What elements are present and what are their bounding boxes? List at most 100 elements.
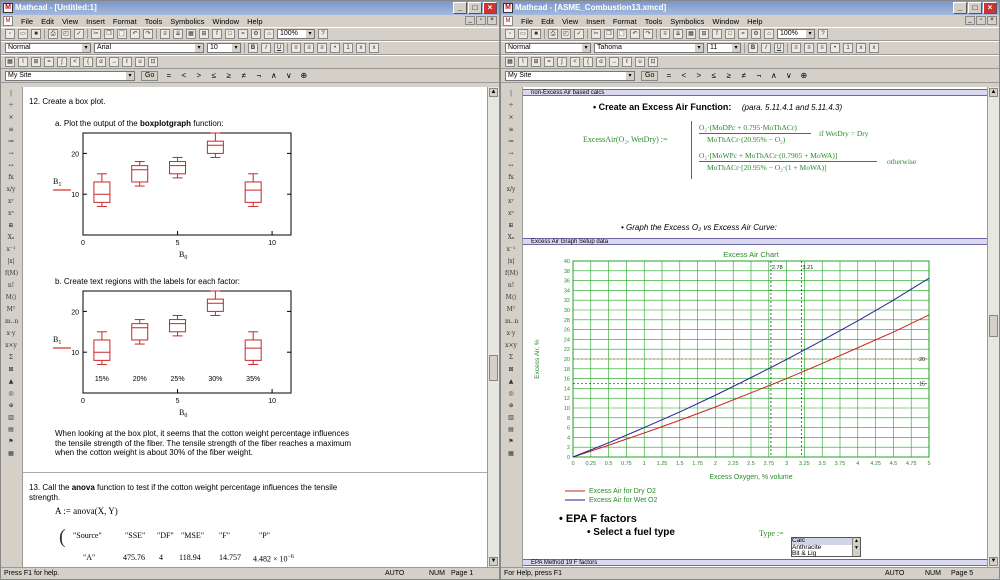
minimize-button[interactable]: _ <box>453 2 467 14</box>
palette-icon[interactable]: xʸ <box>505 197 517 207</box>
palette-icon[interactable]: x⁻¹ <box>5 245 17 255</box>
site-select[interactable]: My Site <box>5 70 135 81</box>
insert-matrix-icon[interactable]: ⊞ <box>699 29 709 39</box>
palette-icon[interactable]: ◎ <box>505 389 517 399</box>
palette-icon[interactable]: x/y <box>505 185 517 195</box>
symbolic-icon[interactable]: → <box>109 57 119 67</box>
less-equal-button[interactable]: ≤ <box>209 71 218 80</box>
anova-expression[interactable]: A := anova(X, Y) <box>55 506 118 517</box>
font-size-select[interactable]: 11 <box>707 43 741 53</box>
calculator-icon[interactable]: ▦ <box>505 57 515 67</box>
doc-restore-button[interactable]: ▫ <box>476 16 486 25</box>
redo-icon[interactable]: ↷ <box>143 29 153 39</box>
go-button[interactable]: Go <box>141 70 159 81</box>
spell-check-icon[interactable]: ✓ <box>574 29 584 39</box>
font-size-select[interactable]: 10 <box>207 43 241 53</box>
calculator-icon[interactable]: ▦ <box>5 57 15 67</box>
menu-window[interactable]: Window <box>708 17 743 26</box>
less-than-button[interactable]: < <box>679 71 688 80</box>
menu-symbolics[interactable]: Symbolics <box>666 17 708 26</box>
cut-icon[interactable]: ✂ <box>591 29 601 39</box>
italic-button[interactable]: I <box>761 43 771 53</box>
help-icon[interactable]: ? <box>818 29 828 39</box>
insert-function-icon[interactable]: f <box>712 29 722 39</box>
paste-icon[interactable]: 📋 <box>117 29 127 39</box>
palette-icon[interactable]: x⁻¹ <box>505 245 517 255</box>
palette-icon[interactable]: ▤ <box>5 425 17 435</box>
document-icon[interactable]: M <box>503 16 513 26</box>
palette-icon[interactable]: Mᵀ <box>505 305 517 315</box>
excess-air-chart[interactable]: Excess Air Chart 0 2 4 6 8 10 12 14 16 18 20 22 24 26 2… <box>525 247 945 511</box>
copy-icon[interactable]: ❐ <box>104 29 114 39</box>
numbering-icon[interactable]: 1 <box>343 43 353 53</box>
numbering-icon[interactable]: 1 <box>843 43 853 53</box>
print-preview-icon[interactable]: ◰ <box>61 29 71 39</box>
palette-icon[interactable]: ≡ <box>5 125 17 135</box>
maximize-button[interactable]: □ <box>968 2 982 14</box>
scroll-up-icon[interactable]: ▲ <box>489 88 498 97</box>
palette-icon[interactable]: → <box>505 149 517 159</box>
print-icon[interactable]: ⎙ <box>48 29 58 39</box>
align-right-icon[interactable]: ≡ <box>817 43 827 53</box>
title-bar[interactable]: M Mathcad - [Untitled:1] _ □ × <box>1 1 499 15</box>
menu-help[interactable]: Help <box>743 17 766 26</box>
zoom-select[interactable]: 100% <box>777 29 815 39</box>
palette-icon[interactable]: M⟨⟩ <box>5 293 17 303</box>
box-plot-2[interactable]: 20 10 0 5 10 B1 B0 15% 20% 25% 30% 35% <box>53 285 313 425</box>
evaluation-icon[interactable]: = <box>44 57 54 67</box>
bullets-icon[interactable]: • <box>330 43 340 53</box>
matrix-palette-icon[interactable]: ⊞ <box>531 57 541 67</box>
maximize-button[interactable]: □ <box>468 2 482 14</box>
not-equal-button[interactable]: ≠ <box>739 71 748 80</box>
menu-format[interactable]: Format <box>609 17 641 26</box>
font-select[interactable]: Arial <box>94 43 204 53</box>
superscript-icon[interactable]: x <box>369 43 379 53</box>
align-icon[interactable]: ≡ <box>160 29 170 39</box>
greater-than-button[interactable]: > <box>194 71 203 80</box>
graph-palette-icon[interactable]: ⌇ <box>518 57 528 67</box>
insert-function-icon[interactable]: f <box>212 29 222 39</box>
bold-button[interactable]: B <box>248 43 258 53</box>
palette-icon[interactable]: ▦ <box>5 449 17 459</box>
document-icon[interactable]: M <box>3 16 13 26</box>
less-than-button[interactable]: < <box>179 71 188 80</box>
palette-icon[interactable]: ▥ <box>505 413 517 423</box>
programming-icon[interactable]: { <box>583 57 593 67</box>
menu-window[interactable]: Window <box>208 17 243 26</box>
palette-icon[interactable]: xⁿ <box>505 209 517 219</box>
component-icon[interactable]: ⚙ <box>251 29 261 39</box>
style-select[interactable]: Normal <box>505 43 591 53</box>
palette-icon[interactable]: f(M) <box>5 269 18 279</box>
palette-icon[interactable]: xʸ <box>5 197 17 207</box>
palette-icon[interactable]: ⊞ <box>505 221 517 231</box>
palette-icon[interactable]: ⊠ <box>505 365 517 375</box>
collapsed-region-non-excess-air[interactable]: non-Excess Air based calcs <box>523 89 987 96</box>
new-icon[interactable]: ▫ <box>5 29 15 39</box>
menu-file[interactable]: File <box>517 17 537 26</box>
palette-icon[interactable]: ≔ <box>5 137 17 147</box>
open-icon[interactable]: ▭ <box>518 29 528 39</box>
greek-icon[interactable]: α <box>596 57 606 67</box>
palette-icon[interactable]: ⊕ <box>5 401 17 411</box>
new-icon[interactable]: ▫ <box>505 29 515 39</box>
close-button[interactable]: × <box>983 2 997 14</box>
or-button[interactable]: ∨ <box>284 71 293 80</box>
palette-icon[interactable]: fx <box>505 173 517 183</box>
programming-icon[interactable]: { <box>83 57 93 67</box>
palette-icon[interactable]: ▥ <box>5 413 17 423</box>
palette-icon[interactable]: Mᵀ <box>5 305 17 315</box>
menu-tools[interactable]: Tools <box>141 17 167 26</box>
palette-icon[interactable]: Σ <box>5 353 17 363</box>
evaluation-icon[interactable]: = <box>544 57 554 67</box>
align-center-icon[interactable]: ≡ <box>304 43 314 53</box>
vertical-scrollbar[interactable]: ▲ ▼ <box>987 87 999 567</box>
print-preview-icon[interactable]: ◰ <box>561 29 571 39</box>
component-icon[interactable]: ⚙ <box>751 29 761 39</box>
calculus-icon[interactable]: ∫ <box>557 57 567 67</box>
palette-icon[interactable]: f(M) <box>505 269 518 279</box>
copy-icon[interactable]: ❐ <box>604 29 614 39</box>
insert-unit-icon[interactable]: □ <box>225 29 235 39</box>
print-icon[interactable]: ⎙ <box>548 29 558 39</box>
doc-minimize-button[interactable]: _ <box>965 16 975 25</box>
greater-than-button[interactable]: > <box>694 71 703 80</box>
